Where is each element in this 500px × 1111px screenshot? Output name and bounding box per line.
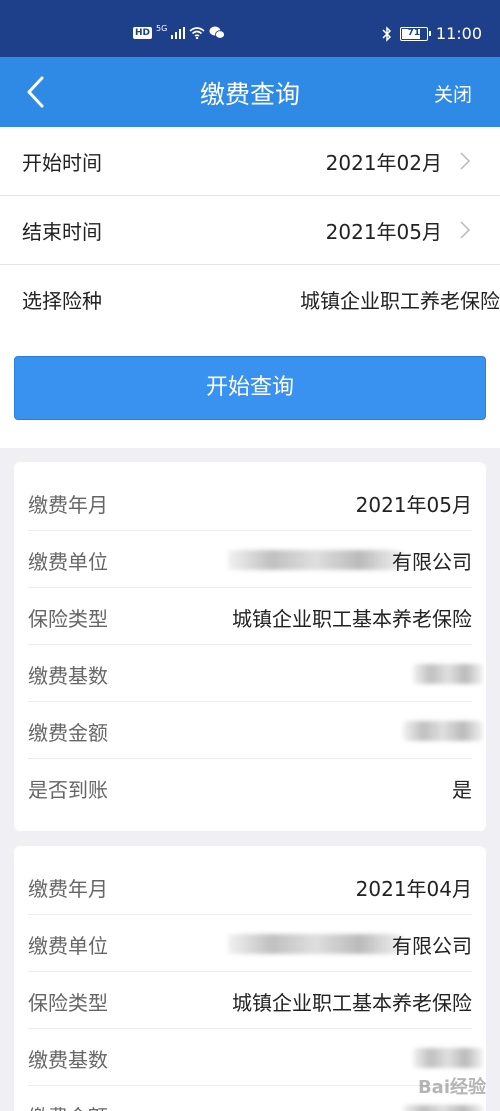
month-label: 缴费年月 [28, 493, 108, 517]
record-row-month: 缴费年月 2021年05月 [28, 474, 472, 531]
battery-icon: 71 [399, 26, 431, 41]
clock: 11:00 [435, 24, 482, 43]
chevron-right-icon [460, 221, 471, 239]
bluetooth-icon [382, 25, 391, 42]
redacted-text [228, 934, 403, 954]
amount-label: 缴费金额 [28, 1101, 108, 1111]
unit-value: 有限公司 [392, 550, 472, 574]
network-type: 5G [156, 24, 168, 33]
end-time-row[interactable]: 结束时间 2021年05月 [0, 196, 500, 265]
page-title: 缴费查询 [199, 80, 300, 109]
record-row-amount: 缴费金额 [28, 702, 483, 759]
arrived-label: 是否到账 [28, 778, 108, 802]
unit-label: 缴费单位 [28, 934, 108, 958]
start-time-row[interactable]: 开始时间 2021年02月 [0, 127, 500, 196]
type-value: 城镇企业职工基本养老保险 [232, 991, 472, 1015]
query-form: 开始时间 2021年02月 结束时间 2021年05月 选择险种 城镇企业职工养… [0, 127, 500, 448]
record-row-unit: 缴费单位 有限公司 [28, 531, 472, 588]
record-row-unit: 缴费单位 有限公司 [28, 915, 472, 972]
redacted-text [403, 721, 483, 741]
payment-record-card: 缴费年月 2021年05月 缴费单位 有限公司 保险类型 城镇企业职工基本养老保… [14, 462, 486, 831]
unit-value: 有限公司 [392, 934, 472, 958]
insurance-type-row[interactable]: 选择险种 城镇企业职工养老保险 [0, 265, 500, 334]
base-label: 缴费基数 [28, 1048, 108, 1072]
start-time-label: 开始时间 [22, 151, 102, 175]
payment-record-card: 缴费年月 2021年04月 缴费单位 有限公司 保险类型 城镇企业职工基本养老保… [14, 846, 486, 1111]
record-row-type: 保险类型 城镇企业职工基本养老保险 [28, 972, 472, 1029]
redacted-text [228, 550, 403, 570]
month-value: 2021年05月 [355, 493, 472, 517]
record-row-month: 缴费年月 2021年04月 [28, 858, 472, 915]
wifi-icon [189, 26, 205, 39]
end-time-label: 结束时间 [22, 220, 102, 244]
close-button[interactable]: 关闭 [434, 80, 472, 107]
hd-badge: HD [133, 26, 153, 39]
insurance-type-label: 选择险种 [22, 289, 102, 313]
record-row-amount: 缴费金额 [28, 1086, 483, 1111]
record-row-base: 缴费基数 [28, 645, 483, 702]
month-label: 缴费年月 [28, 877, 108, 901]
insurance-type-value[interactable]: 城镇企业职工养老保险 [300, 285, 500, 314]
signal-icon [171, 26, 186, 39]
start-time-value[interactable]: 2021年02月 [326, 147, 442, 176]
redacted-text [403, 1105, 483, 1111]
type-value: 城镇企业职工基本养老保险 [232, 607, 472, 631]
month-value: 2021年04月 [355, 877, 472, 901]
chevron-right-icon [460, 152, 471, 170]
type-label: 保险类型 [28, 607, 108, 631]
status-right: 71 11:00 [382, 24, 482, 43]
record-row-type: 保险类型 城镇企业职工基本养老保险 [28, 588, 472, 645]
battery-level: 71 [407, 27, 421, 38]
redacted-text [413, 1048, 483, 1068]
unit-label: 缴费单位 [28, 550, 108, 574]
record-row-arrived: 是否到账 是 [28, 759, 472, 816]
redacted-text [413, 664, 483, 684]
amount-label: 缴费金额 [28, 721, 108, 745]
status-bar: HD 5G 71 11:00 [0, 0, 500, 57]
type-label: 保险类型 [28, 991, 108, 1015]
record-row-base: 缴费基数 [28, 1029, 483, 1086]
arrived-value: 是 [452, 778, 472, 802]
end-time-value[interactable]: 2021年05月 [326, 216, 442, 245]
wechat-icon [209, 26, 226, 39]
watermark: Bai经验 [417, 1077, 486, 1098]
start-query-button[interactable]: 开始查询 [14, 356, 486, 420]
nav-bar: 缴费查询 关闭 [0, 57, 500, 127]
base-label: 缴费基数 [28, 664, 108, 688]
status-icons: HD 5G [133, 24, 226, 39]
